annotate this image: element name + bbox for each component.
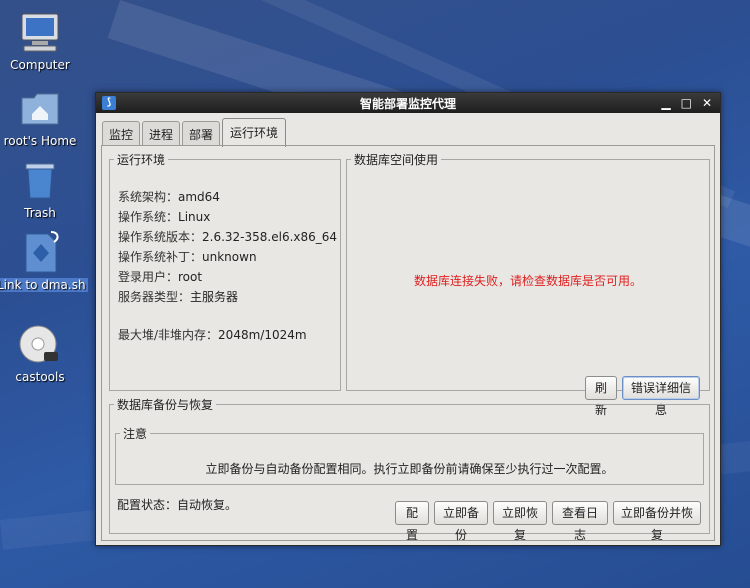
info-key: 系统架构： bbox=[118, 190, 179, 204]
info-value: 2048m/1024m bbox=[218, 328, 307, 342]
trash-icon bbox=[18, 158, 62, 202]
note-text: 立即备份与自动备份配置相同。执行立即备份前请确保至少执行过一次配置。 bbox=[205, 462, 614, 476]
tab-bar: 监控 进程 部署 运行环境 bbox=[102, 117, 288, 147]
db-space-legend: 数据库空间使用 bbox=[354, 153, 439, 167]
minimize-icon[interactable]: ▁ bbox=[661, 96, 670, 110]
restore-now-button[interactable]: 立即恢复 bbox=[493, 501, 547, 542]
info-value: amd64 bbox=[178, 190, 220, 204]
desktop-icon-trash[interactable]: Trash bbox=[0, 158, 85, 220]
desktop-icon-label: castools bbox=[15, 370, 65, 384]
maximize-icon[interactable]: □ bbox=[681, 96, 692, 110]
info-key: 操作系统补丁： bbox=[118, 250, 203, 264]
desktop-icon-label: Computer bbox=[10, 58, 70, 72]
backup-and-restore-button[interactable]: 立即备份并恢复 bbox=[613, 501, 701, 542]
backup-now-button[interactable]: 立即备份 bbox=[434, 501, 488, 542]
desktop-icon-computer[interactable]: Computer bbox=[0, 10, 85, 72]
tab-panel: 运行环境 系统架构：amd64 操作系统：Linux 操作系统版本：2.6.32… bbox=[101, 145, 715, 542]
info-os-patch: 操作系统补丁：unknown bbox=[118, 248, 257, 265]
db-error-message: 数据库连接失败，请检查数据库是否可用。 bbox=[413, 274, 642, 288]
info-value: Linux bbox=[178, 210, 211, 224]
info-key: 服务器类型： bbox=[118, 290, 191, 304]
tab-deploy[interactable]: 部署 bbox=[182, 121, 221, 146]
info-key: 登录用户： bbox=[118, 270, 179, 284]
config-status-value: 自动恢复。 bbox=[177, 498, 238, 512]
runtime-legend: 运行环境 bbox=[117, 153, 166, 167]
agent-window: ⟆ 智能部署监控代理 ▁ □ ✕ 监控 进程 部署 运行环境 运行环境 系统架构… bbox=[95, 92, 721, 546]
close-icon[interactable]: ✕ bbox=[702, 96, 712, 110]
computer-icon bbox=[18, 10, 62, 54]
info-value: unknown bbox=[202, 250, 257, 264]
config-status-label: 配置状态： bbox=[117, 498, 178, 512]
tab-process[interactable]: 进程 bbox=[142, 121, 181, 146]
info-value: 主服务器 bbox=[190, 290, 239, 304]
view-log-button[interactable]: 查看日志 bbox=[552, 501, 608, 542]
info-value: root bbox=[178, 270, 203, 284]
config-status: 配置状态：自动恢复。 bbox=[117, 496, 237, 513]
info-key: 最大堆/非堆内存： bbox=[118, 328, 219, 342]
desktop-icon-label: root's Home bbox=[3, 134, 77, 148]
tab-runtime[interactable]: 运行环境 bbox=[222, 118, 287, 147]
info-key: 操作系统版本： bbox=[118, 230, 203, 244]
home-folder-icon bbox=[18, 86, 62, 130]
desktop-icon-dma-link[interactable]: Link to dma.sh bbox=[0, 230, 88, 292]
desktop-icon-castools[interactable]: castools bbox=[0, 322, 85, 384]
configure-button[interactable]: 配置 bbox=[395, 501, 429, 542]
info-server-type: 服务器类型：主服务器 bbox=[118, 288, 238, 305]
info-user: 登录用户：root bbox=[118, 268, 202, 285]
title-bar[interactable]: ⟆ 智能部署监控代理 ▁ □ ✕ bbox=[96, 93, 720, 113]
info-value: 2.6.32-358.el6.x86_64 bbox=[202, 230, 338, 244]
desktop-icon-label: Link to dma.sh bbox=[0, 278, 88, 292]
info-memory: 最大堆/非堆内存：2048m/1024m bbox=[118, 326, 307, 343]
note-legend: 注意 bbox=[123, 427, 148, 441]
script-link-icon bbox=[18, 230, 62, 274]
info-os: 操作系统：Linux bbox=[118, 208, 210, 225]
desktop-icon-home[interactable]: root's Home bbox=[0, 86, 85, 148]
runtime-group: 运行环境 系统架构：amd64 操作系统：Linux 操作系统版本：2.6.32… bbox=[109, 151, 341, 391]
cd-icon bbox=[18, 322, 62, 366]
window-controls: ▁ □ ✕ bbox=[661, 96, 712, 110]
window-title: 智能部署监控代理 bbox=[359, 96, 456, 111]
info-os-version: 操作系统版本：2.6.32-358.el6.x86_64 bbox=[118, 228, 337, 245]
app-logo-icon: ⟆ bbox=[102, 96, 116, 110]
info-key: 操作系统： bbox=[118, 210, 179, 224]
db-space-group: 数据库空间使用 数据库连接失败，请检查数据库是否可用。 刷新 错误详细信息 bbox=[346, 151, 710, 417]
desktop-icon-label: Trash bbox=[24, 206, 56, 220]
tab-monitor[interactable]: 监控 bbox=[102, 121, 141, 146]
note-group: 注意 立即备份与自动备份配置相同。执行立即备份前请确保至少执行过一次配置。 bbox=[115, 425, 704, 485]
info-arch: 系统架构：amd64 bbox=[118, 188, 220, 205]
backup-group: 数据库备份与恢复 注意 立即备份与自动备份配置相同。执行立即备份前请确保至少执行… bbox=[109, 396, 710, 542]
backup-legend: 数据库备份与恢复 bbox=[117, 398, 214, 412]
